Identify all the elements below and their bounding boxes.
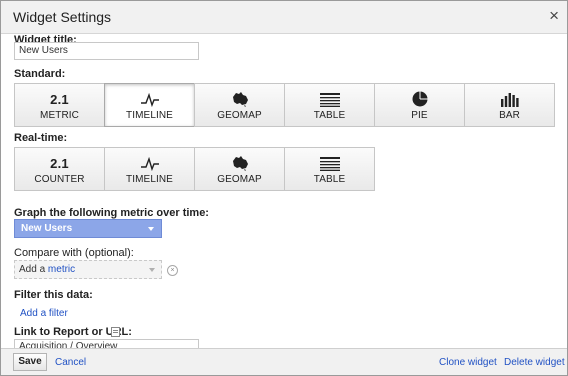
graph-metric-dropdown[interactable]: New Users — [14, 219, 162, 238]
chevron-down-icon — [149, 268, 155, 272]
geomap-icon — [231, 89, 249, 107]
bar-chart-icon — [500, 89, 519, 107]
table-icon — [319, 153, 340, 171]
table-icon — [319, 89, 340, 107]
realtime-label: Real-time: — [14, 132, 68, 144]
widget-settings-dialog: Widget Settings × Widget title: New User… — [0, 0, 568, 376]
add-metric-word: metric — [47, 264, 76, 275]
realtime-visualization-options: 2.1 COUNTER TIMELINE GEOMAP TABLE — [14, 147, 375, 191]
standard-label: Standard: — [14, 68, 66, 80]
report-document-icon[interactable] — [111, 327, 120, 337]
standard-metric-label: METRIC — [40, 110, 79, 121]
standard-metric-button[interactable]: 2.1 METRIC — [14, 83, 105, 127]
realtime-geomap-button[interactable]: GEOMAP — [194, 147, 285, 191]
timeline-icon — [140, 153, 159, 171]
realtime-counter-label: COUNTER — [34, 174, 85, 185]
realtime-table-label: TABLE — [313, 174, 346, 185]
timeline-icon — [140, 89, 159, 107]
clone-widget-link[interactable]: Clone widget — [439, 357, 497, 368]
graph-metric-value: New Users — [21, 223, 73, 234]
standard-bar-button[interactable]: BAR — [464, 83, 555, 127]
dialog-footer: Save Cancel Clone widget Delete widget — [1, 348, 567, 375]
counter-number-icon: 2.1 — [50, 156, 69, 171]
standard-geomap-label: GEOMAP — [217, 110, 262, 121]
chevron-down-icon — [148, 227, 154, 231]
geomap-icon — [231, 153, 249, 171]
delete-widget-link[interactable]: Delete widget — [504, 357, 565, 368]
realtime-timeline-label: TIMELINE — [126, 174, 173, 185]
standard-table-button[interactable]: TABLE — [284, 83, 375, 127]
realtime-table-button[interactable]: TABLE — [284, 147, 375, 191]
clear-compare-icon[interactable]: × — [167, 265, 178, 276]
realtime-timeline-button[interactable]: TIMELINE — [104, 147, 195, 191]
standard-table-label: TABLE — [313, 110, 346, 121]
save-button[interactable]: Save — [13, 353, 47, 371]
dialog-title: Widget Settings — [13, 9, 112, 25]
add-metric-select[interactable]: Add a metric — [14, 260, 162, 279]
cancel-link[interactable]: Cancel — [55, 357, 86, 368]
standard-bar-label: BAR — [499, 110, 520, 121]
graph-metric-label: Graph the following metric over time: — [14, 207, 209, 219]
add-filter-link[interactable]: Add a filter — [20, 308, 68, 319]
standard-pie-label: PIE — [411, 110, 428, 121]
standard-visualization-options: 2.1 METRIC TIMELINE GEOMAP TABLE PIE BAR — [14, 83, 555, 127]
dialog-titlebar: Widget Settings × — [1, 1, 567, 34]
widget-title-input[interactable]: New Users — [14, 42, 199, 60]
standard-timeline-button[interactable]: TIMELINE — [104, 83, 195, 127]
standard-timeline-label: TIMELINE — [126, 110, 173, 121]
pie-icon — [412, 89, 428, 107]
filter-label: Filter this data: — [14, 289, 93, 301]
add-metric-prefix: Add a — [19, 264, 46, 275]
standard-pie-button[interactable]: PIE — [374, 83, 465, 127]
compare-label: Compare with (optional): — [14, 247, 134, 259]
close-icon[interactable]: × — [549, 6, 559, 26]
realtime-counter-button[interactable]: 2.1 COUNTER — [14, 147, 105, 191]
metric-number-icon: 2.1 — [50, 92, 69, 107]
realtime-geomap-label: GEOMAP — [217, 174, 262, 185]
standard-geomap-button[interactable]: GEOMAP — [194, 83, 285, 127]
